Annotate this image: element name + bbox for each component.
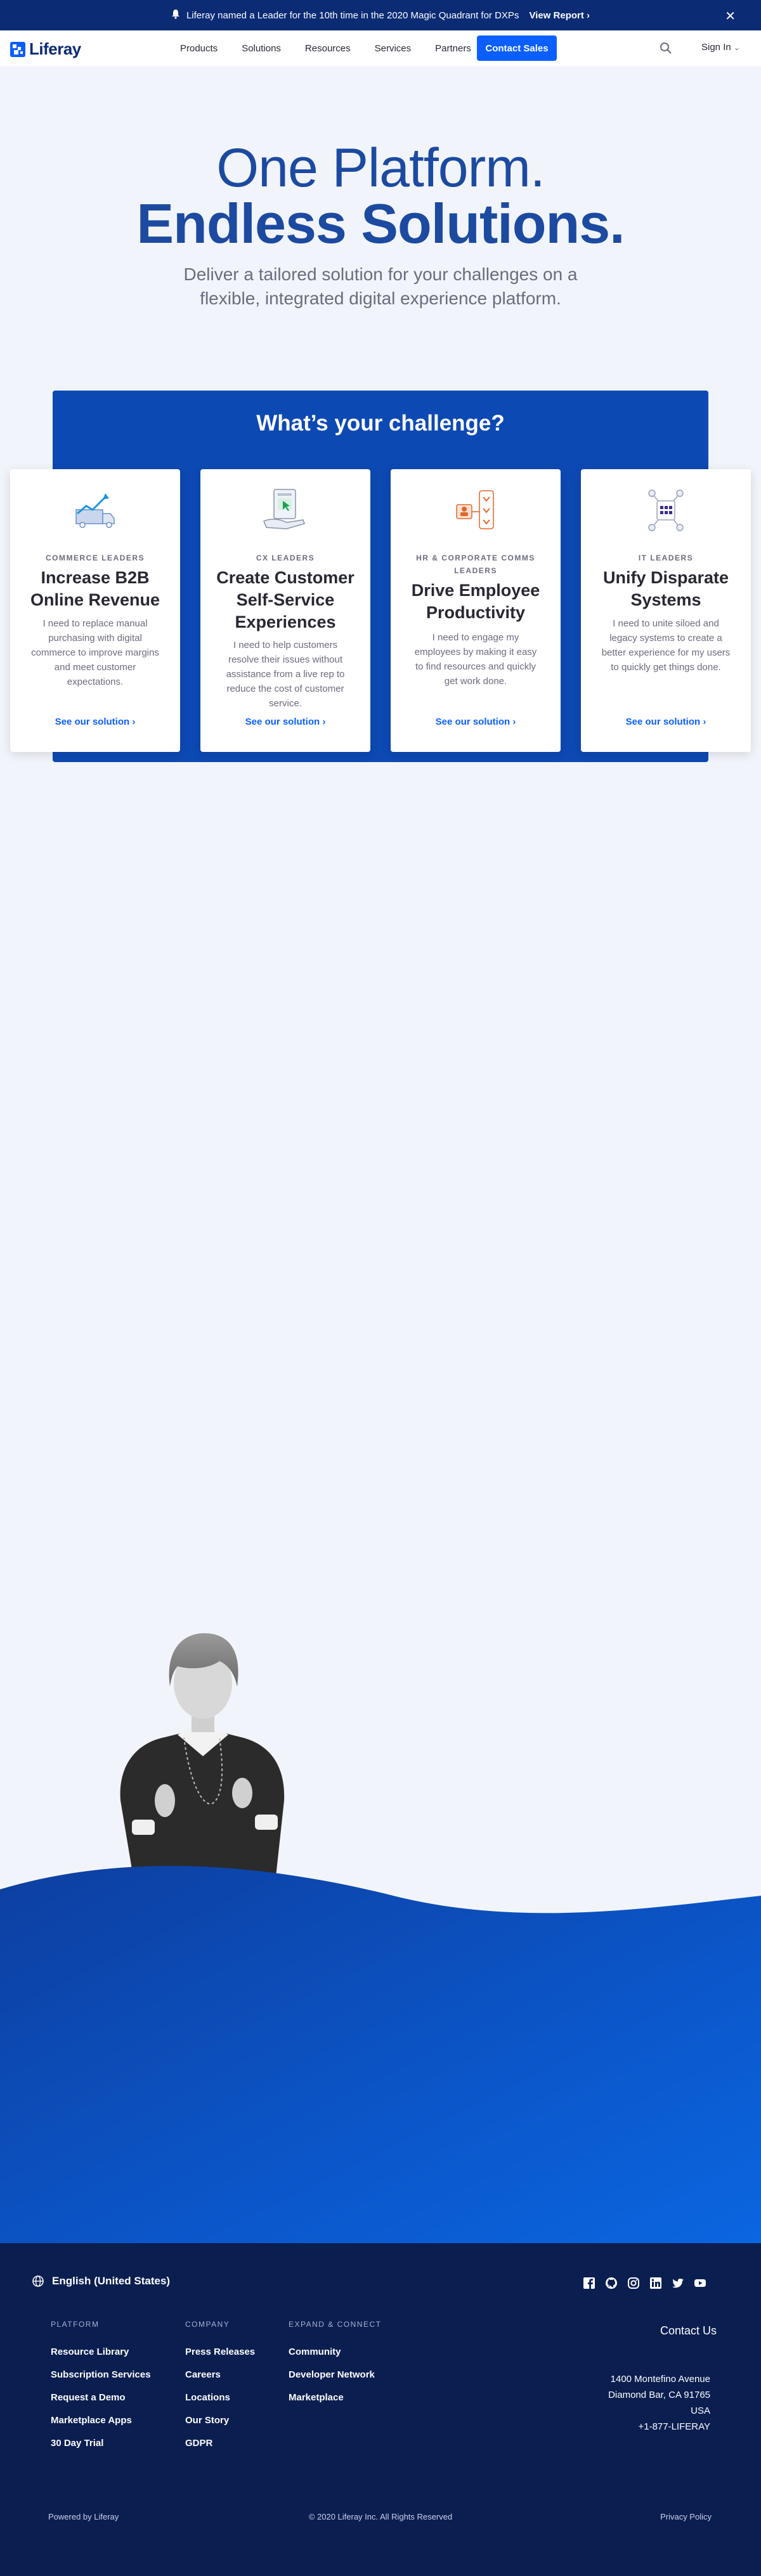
card-label: CX LEADERS [256, 553, 315, 562]
site-footer: English (United States) PLATFORM Resourc… [0, 2243, 761, 2576]
footer-link[interactable]: Developer Network [289, 2364, 381, 2386]
see-solution-link[interactable]: See our solution › [391, 716, 561, 727]
globe-icon [32, 2275, 44, 2288]
github-icon[interactable] [604, 2276, 618, 2290]
close-icon[interactable]: ✕ [725, 8, 736, 24]
footer-column-company: COMPANY Press Releases Careers Locations… [185, 2319, 255, 2455]
card-title: Drive Employee Productivity [411, 581, 540, 622]
logo-text: Liferay [29, 39, 81, 58]
company-address: 1400 Montefino Avenue Diamond Bar, CA 91… [608, 2371, 710, 2435]
footer-column-heading: PLATFORM [51, 2320, 100, 2329]
footer-link[interactable]: 30 Day Trial [51, 2432, 151, 2455]
footer-link[interactable]: Careers [185, 2364, 255, 2386]
site-header: Liferay Products Solutions Resources Ser… [0, 30, 761, 66]
nav-partners[interactable]: Partners [435, 43, 471, 54]
footer-link[interactable]: Subscription Services [51, 2364, 151, 2386]
card-description: I need to engage my employees by making … [414, 632, 537, 687]
youtube-icon[interactable] [693, 2276, 707, 2290]
card-description: I need to replace manual purchasing with… [31, 618, 159, 687]
announcement-bar: Liferay named a Leader for the 10th time… [0, 0, 761, 30]
address-line: Diamond Bar, CA 91765 [608, 2390, 710, 2400]
card-title: Unify Disparate Systems [602, 568, 729, 609]
facebook-icon[interactable] [582, 2276, 596, 2290]
linkedin-icon[interactable] [649, 2276, 663, 2290]
hero-subtitle: Deliver a tailored solution for your cha… [183, 264, 578, 308]
footer-link[interactable]: Press Releases [185, 2341, 255, 2364]
copyright: © 2020 Liferay Inc. All Rights Reserved [308, 2512, 453, 2521]
speaker-photo [95, 1610, 311, 1877]
footer-column-platform: PLATFORM Resource Library Subscription S… [51, 2319, 151, 2455]
footer-link[interactable]: Resource Library [51, 2341, 151, 2364]
sign-in-menu[interactable]: Sign In ⌄ [701, 42, 740, 53]
twitter-icon[interactable] [671, 2276, 685, 2290]
integration-icon [634, 488, 698, 533]
truck-chart-icon [63, 488, 127, 533]
hero-title-line2: Endless Solutions. [136, 192, 625, 255]
bell-icon [171, 9, 180, 22]
view-report-link[interactable]: View Report › [529, 10, 590, 21]
see-solution-link[interactable]: See our solution › [200, 716, 370, 727]
footer-link[interactable]: Marketplace [289, 2386, 381, 2409]
hero-title-line1: One Platform. [216, 138, 545, 198]
challenge-title: What’s your challenge? [256, 411, 505, 436]
card-title: Create Customer Self-Service Experiences [216, 568, 354, 631]
social-links [582, 2276, 715, 2290]
card-title: Increase B2B Online Revenue [30, 568, 160, 609]
footer-link[interactable]: GDPR [185, 2432, 255, 2455]
self-service-icon [254, 488, 317, 533]
nav-solutions[interactable]: Solutions [242, 43, 281, 54]
nav-resources[interactable]: Resources [305, 43, 351, 54]
nav-products[interactable]: Products [180, 43, 218, 54]
footer-column-heading: EXPAND & CONNECT [289, 2320, 382, 2329]
card-label: HR & CORPORATE COMMS LEADERS [416, 553, 535, 575]
footer-link[interactable]: Request a Demo [51, 2386, 151, 2409]
main-nav: Products Solutions Resources Services Pa… [180, 30, 495, 66]
language-selector[interactable]: English (United States) [32, 2275, 170, 2288]
nav-services[interactable]: Services [375, 43, 412, 54]
challenge-card-commerce[interactable]: COMMERCE LEADERS Increase B2B Online Rev… [10, 469, 180, 752]
search-icon[interactable] [660, 42, 672, 55]
address-line: 1400 Montefino Avenue [610, 2374, 710, 2385]
card-label: IT LEADERS [638, 553, 694, 562]
footer-column-expand-connect: EXPAND & CONNECT Community Developer Net… [289, 2319, 381, 2409]
contact-sales-button[interactable]: Contact Sales [477, 36, 557, 61]
sign-in-label: Sign In [701, 42, 731, 53]
card-description: I need to unite siloed and legacy system… [601, 618, 731, 673]
challenge-card-hr[interactable]: HR & CORPORATE COMMS LEADERS Drive Emplo… [391, 469, 561, 752]
hero-wave-section [0, 1858, 761, 2244]
card-label: COMMERCE LEADERS [45, 553, 145, 562]
liferay-logo-icon [10, 41, 25, 57]
announcement-text: Liferay named a Leader for the 10th time… [186, 10, 519, 21]
language-label: English (United States) [52, 2275, 171, 2287]
footer-link[interactable]: Marketplace Apps [51, 2409, 151, 2432]
footer-column-heading: COMPANY [185, 2320, 230, 2329]
privacy-policy-link[interactable]: Privacy Policy [660, 2512, 712, 2521]
logo[interactable]: Liferay [10, 39, 81, 59]
chevron-down-icon: ⌄ [733, 43, 740, 52]
workflow-icon [444, 488, 507, 533]
see-solution-link[interactable]: See our solution › [581, 716, 751, 727]
instagram-icon[interactable] [627, 2276, 641, 2290]
footer-link[interactable]: Locations [185, 2386, 255, 2409]
challenge-card-it[interactable]: IT LEADERS Unify Disparate Systems I nee… [581, 469, 751, 752]
phone-number[interactable]: +1-877-LIFERAY [608, 2419, 710, 2435]
footer-link[interactable]: Our Story [185, 2409, 255, 2432]
footer-link[interactable]: Community [289, 2341, 381, 2364]
see-solution-link[interactable]: See our solution › [10, 716, 180, 727]
card-description: I need to help customers resolve their i… [226, 640, 345, 709]
address-line: USA [691, 2405, 710, 2416]
challenge-card-cx[interactable]: CX LEADERS Create Customer Self-Service … [200, 469, 370, 752]
contact-us-link[interactable]: Contact Us [660, 2324, 717, 2338]
